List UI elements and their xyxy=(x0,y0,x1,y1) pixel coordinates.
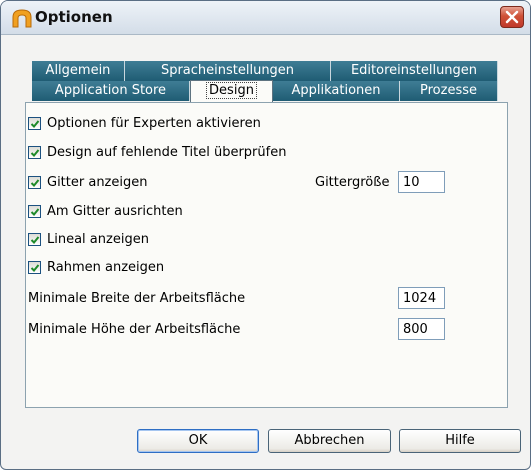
title-bar[interactable]: Optionen xyxy=(1,1,530,35)
ruler-checkbox[interactable] xyxy=(28,233,41,246)
expert-label: Optionen für Experten aktivieren xyxy=(47,116,261,131)
tab-prozesse[interactable]: Prozesse xyxy=(400,81,498,101)
window-title: Optionen xyxy=(35,8,113,26)
min-height-label: Minimale Höhe der Arbeitsfläche xyxy=(28,322,241,337)
close-button[interactable] xyxy=(500,6,524,28)
show-grid-checkbox[interactable] xyxy=(28,176,41,189)
expert-checkbox[interactable] xyxy=(28,117,41,130)
min-width-label: Minimale Breite der Arbeitsfläche xyxy=(28,291,246,306)
ok-button[interactable]: OK xyxy=(137,429,259,453)
cancel-button[interactable]: Abbrechen xyxy=(268,429,391,453)
grid-size-input[interactable] xyxy=(398,171,445,193)
tab-design[interactable]: Design xyxy=(190,80,273,102)
checkmark-icon xyxy=(30,149,40,157)
snap-grid-checkbox[interactable] xyxy=(28,205,41,218)
frame-checkbox[interactable] xyxy=(28,261,41,274)
frame-label: Rahmen anzeigen xyxy=(47,260,165,275)
options-dialog: Optionen Allgemein Spracheinstellungen E… xyxy=(0,0,531,470)
snap-grid-label: Am Gitter ausrichten xyxy=(47,204,183,219)
checkmark-icon xyxy=(30,120,40,128)
tab-allgemein[interactable]: Allgemein xyxy=(32,61,125,81)
checkmark-icon xyxy=(30,208,40,216)
tab-design-label: Design xyxy=(206,82,257,99)
app-arch-icon xyxy=(12,9,32,28)
checkmark-icon xyxy=(30,236,40,244)
close-icon xyxy=(505,10,519,24)
tab-applikationen[interactable]: Applikationen xyxy=(273,81,400,101)
tab-editoreinstellungen[interactable]: Editoreinstellungen xyxy=(331,61,498,81)
tab-application-store[interactable]: Application Store xyxy=(32,81,190,101)
checkmark-icon xyxy=(30,179,40,187)
min-height-input[interactable] xyxy=(398,318,445,340)
help-button[interactable]: Hilfe xyxy=(399,429,521,453)
check-titles-checkbox[interactable] xyxy=(28,146,41,159)
grid-size-label: Gittergröße xyxy=(315,175,390,190)
show-grid-label: Gitter anzeigen xyxy=(47,175,148,190)
ruler-label: Lineal anzeigen xyxy=(47,232,149,247)
checkmark-icon xyxy=(30,264,40,272)
check-titles-label: Design auf fehlende Titel überprüfen xyxy=(47,145,287,160)
min-width-input[interactable] xyxy=(398,287,445,309)
tab-spracheinstellungen[interactable]: Spracheinstellungen xyxy=(125,61,331,81)
